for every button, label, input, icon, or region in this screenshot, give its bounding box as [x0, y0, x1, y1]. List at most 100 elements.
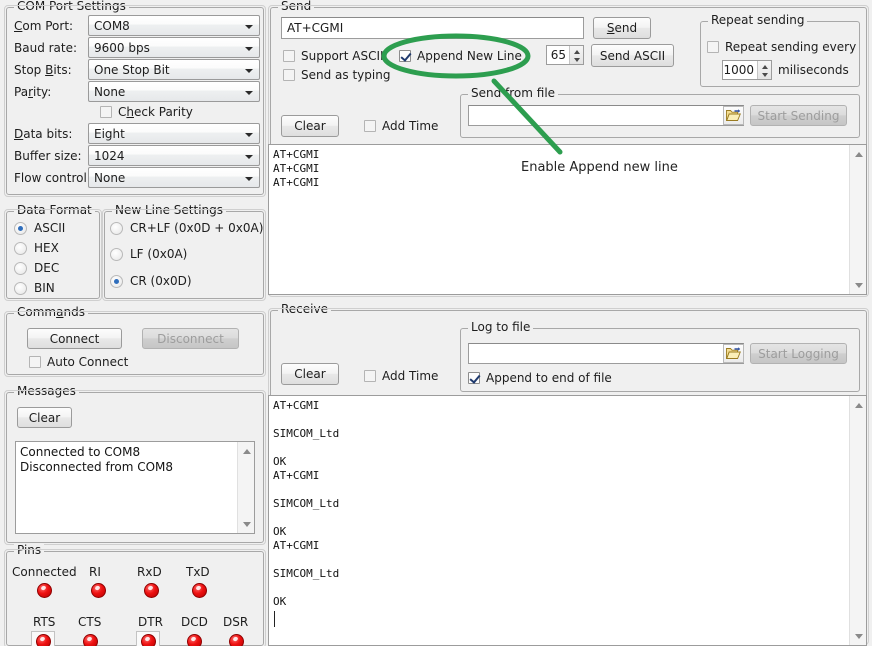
repeat-units-label: miliseconds [778, 63, 849, 77]
spinner-up-icon[interactable] [758, 61, 771, 70]
log-file-browse-button[interactable] [723, 344, 744, 363]
radio-newline-cr[interactable]: CR (0x0D) [110, 274, 192, 288]
checkbox-checked-icon [468, 372, 480, 384]
checkbox-box-icon [707, 41, 719, 53]
messages-clear-button[interactable]: Clear [17, 407, 72, 428]
scroll-down-icon[interactable] [850, 628, 867, 645]
send-ascii-button[interactable]: Send ASCII [591, 44, 674, 67]
com-port-value: COM8 [94, 19, 130, 33]
pin-label-dtr: DTR [138, 615, 163, 629]
pin-label-txd: TxD [186, 565, 210, 579]
radio-label: CR (0x0D) [130, 274, 192, 288]
radio-data-format-bin[interactable]: BIN [14, 281, 55, 295]
log-file-path-input[interactable] [468, 343, 744, 364]
scroll-down-icon[interactable] [238, 516, 255, 533]
connect-button[interactable]: Connect [27, 328, 122, 349]
chevron-down-icon [245, 25, 253, 29]
repeat-sending-checkbox[interactable]: Repeat sending every [707, 40, 856, 54]
radio-label: ASCII [34, 221, 65, 235]
data-bits-select[interactable]: Eight [88, 123, 260, 144]
baud-rate-select[interactable]: 9600 bps [88, 37, 260, 58]
messages-legend: Messages [14, 385, 79, 397]
disconnect-button[interactable]: Disconnect [142, 328, 239, 349]
radio-icon [110, 222, 123, 235]
pin-label-cts: CTS [78, 615, 101, 629]
scroll-up-icon[interactable] [850, 145, 867, 162]
data-bits-label: Data bits: [14, 127, 72, 141]
buffer-size-select[interactable]: 1024 [88, 145, 260, 166]
log-to-file-legend: Log to file [468, 321, 533, 333]
support-ascii-label: Support ASCII [301, 49, 384, 63]
baud-rate-value: 9600 bps [94, 41, 150, 55]
repeat-interval-value: 1000 [723, 61, 757, 79]
receive-add-time-label: Add Time [382, 369, 438, 383]
chevron-down-icon [245, 91, 253, 95]
send-as-typing-checkbox[interactable]: Send as typing [283, 68, 390, 82]
flow-control-select[interactable]: None [88, 167, 260, 188]
flow-control-value: None [94, 171, 125, 185]
start-logging-button[interactable]: Start Logging [750, 343, 847, 364]
send-button[interactable]: Send [593, 17, 651, 39]
annotation-text: Enable Append new line [521, 160, 678, 175]
checkbox-box-icon [283, 50, 295, 62]
radio-data-format-hex[interactable]: HEX [14, 241, 59, 255]
receive-clear-button[interactable]: Clear [281, 363, 339, 385]
append-end-of-file-checkbox[interactable]: Append to end of file [468, 371, 612, 385]
messages-log[interactable]: Connected to COM8 Disconnected from COM8 [15, 441, 255, 534]
send-as-typing-label: Send as typing [301, 68, 390, 82]
checkbox-checked-icon [399, 50, 411, 62]
radio-newline-lf[interactable]: LF (0x0A) [110, 247, 187, 261]
check-parity-label: Check Parity [118, 105, 193, 119]
com-port-select[interactable]: COM8 [88, 15, 260, 36]
ascii-code-spinner[interactable]: 65 [546, 45, 584, 65]
send-clear-button[interactable]: Clear [281, 115, 339, 137]
auto-connect-checkbox[interactable]: Auto Connect [29, 355, 128, 369]
com-port-label: Com Port: [14, 19, 73, 33]
scroll-up-icon[interactable] [238, 442, 255, 459]
pin-led-ri [91, 583, 106, 598]
append-new-line-checkbox[interactable]: Append New Line [399, 49, 522, 63]
receive-log-text: AT+CGMI SIMCOM_Ltd OK AT+CGMI SIMCOM_Ltd… [269, 396, 849, 645]
spinner-buttons[interactable] [757, 61, 771, 79]
send-command-value: AT+CGMI [287, 21, 343, 35]
radio-newline-crlf[interactable]: CR+LF (0x0D + 0x0A) [110, 221, 263, 235]
buffer-size-value: 1024 [94, 149, 125, 163]
radio-data-format-dec[interactable]: DEC [14, 261, 59, 275]
messages-log-scrollbar[interactable] [237, 442, 254, 533]
chevron-down-icon [245, 69, 253, 73]
spinner-down-icon[interactable] [570, 55, 583, 64]
send-file-browse-button[interactable] [723, 106, 744, 125]
spinner-buttons[interactable] [569, 46, 583, 64]
pin-label-dcd: DCD [181, 615, 208, 629]
auto-connect-label: Auto Connect [47, 355, 128, 369]
support-ascii-checkbox[interactable]: Support ASCII [283, 49, 384, 63]
receive-legend: Receive [278, 303, 331, 315]
spinner-up-icon[interactable] [570, 46, 583, 55]
spinner-down-icon[interactable] [758, 70, 771, 79]
stop-bits-select[interactable]: One Stop Bit [88, 59, 260, 80]
radio-label: DEC [34, 261, 59, 275]
start-sending-button[interactable]: Start Sending [750, 105, 847, 126]
parity-label: Parity: [14, 85, 51, 99]
pin-led-dcd [187, 634, 202, 646]
parity-select[interactable]: None [88, 81, 260, 102]
chevron-down-icon [245, 47, 253, 51]
receive-log[interactable]: AT+CGMI SIMCOM_Ltd OK AT+CGMI SIMCOM_Ltd… [268, 395, 867, 646]
repeat-interval-spinner[interactable]: 1000 [722, 60, 772, 80]
send-log-scrollbar[interactable] [849, 145, 866, 294]
scroll-up-icon[interactable] [850, 396, 867, 413]
receive-add-time-checkbox[interactable]: Add Time [364, 369, 438, 383]
check-parity-checkbox[interactable]: Check Parity [100, 105, 193, 119]
pin-led-dsr [229, 634, 244, 646]
send-command-input[interactable]: AT+CGMI [281, 17, 584, 39]
scroll-down-icon[interactable] [850, 277, 867, 294]
pin-led-rts [36, 634, 51, 646]
receive-log-scrollbar[interactable] [849, 396, 866, 645]
baud-rate-label: Baud rate: [14, 41, 77, 55]
radio-selected-icon [14, 222, 27, 235]
messages-log-text: Connected to COM8 Disconnected from COM8 [16, 442, 237, 533]
send-add-time-checkbox[interactable]: Add Time [364, 119, 438, 133]
chevron-down-icon [245, 133, 253, 137]
radio-data-format-ascii[interactable]: ASCII [14, 221, 65, 235]
send-file-path-input[interactable] [468, 105, 744, 126]
